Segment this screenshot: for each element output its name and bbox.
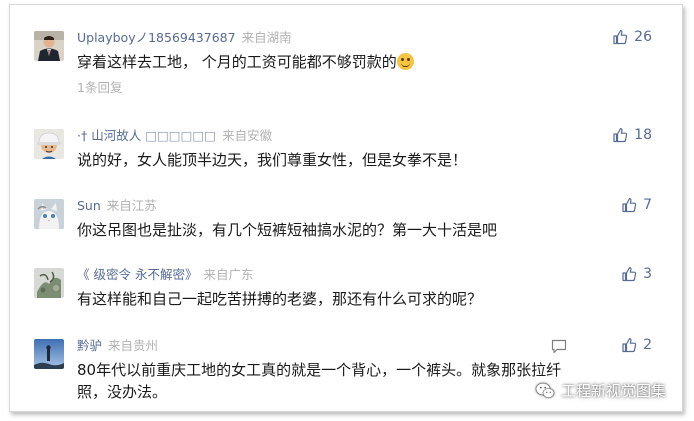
comment-header: Sun 来自江苏 [77,197,157,215]
thumbs-up-icon [613,128,628,143]
like-count: 2 [643,337,652,353]
avatar[interactable] [34,129,64,159]
comment-text: 有这样能和自己一起吃苦拼搏的老婆，那还有什么可求的呢？ [77,290,483,308]
avatar[interactable] [34,199,64,229]
like-button[interactable]: 2 [621,337,652,353]
avatar-man-suit-icon [34,31,64,61]
comment-header: Uplayboyノ18569437687 来自湖南 [77,29,292,47]
comment-text: 说的好，女人能顶半边天，我们尊重女性，但是女拳不是！ [77,151,468,169]
grin-emoji-icon [396,53,414,70]
like-button[interactable]: 7 [621,197,652,213]
location: 来自贵州 [108,338,159,353]
comment-header: 《 级密令 永不解密》 来自广东 [77,266,253,284]
avatar[interactable] [34,339,64,369]
avatar-cat-icon [34,199,64,229]
like-button[interactable]: 26 [612,29,652,45]
comment-text: 穿着这样去工地， 个月的工资可能都不够罚款的 [77,51,577,73]
comment-header: 黔驴 来自贵州 [77,337,158,355]
location: 来自安徽 [222,128,273,143]
avatar[interactable] [34,268,64,298]
avatar-sky-icon [34,339,64,369]
username[interactable]: 《 级密令 永不解密》 [77,267,197,282]
watermark-text: 工程新视觉图集 [560,382,666,400]
like-button[interactable]: 3 [621,266,652,282]
reply-count-link[interactable]: 1条回复 [77,77,122,96]
avatar-plant-icon [34,268,64,298]
like-button[interactable]: 18 [612,127,652,143]
like-count: 3 [643,266,652,282]
like-count: 7 [643,197,652,213]
comment-text: 80年代以前重庆工地的女工真的就是一个背心，一个裤头。就象那张拉纤照，没办法。 [77,361,562,401]
username[interactable]: 黔驴 [77,338,102,353]
comment-text-content: 穿着这样去工地， 个月的工资可能都不够罚款的 [77,53,397,71]
thumbs-up-icon [622,338,637,353]
location: 来自江苏 [106,198,157,213]
like-count: 18 [634,127,652,143]
thumbs-up-icon [622,198,637,213]
username-suffix: □□□□□□ [145,128,217,143]
username[interactable]: Sun [77,198,101,213]
message-icon [551,339,567,354]
username[interactable]: ·† 山河故人 [77,128,141,143]
like-count: 26 [634,29,652,45]
comment-header: ·† 山河故人 □□□□□□ 来自安徽 [77,127,272,145]
wechat-icon [535,382,555,398]
watermark: 工程新视觉图集 [535,380,666,401]
thumbs-up-icon [622,267,637,282]
thumbs-up-icon [613,30,628,45]
location: 来自广东 [203,267,254,282]
reply-button[interactable] [551,339,567,358]
comment-text: 你这吊图也是扯淡，有几个短裤短袖搞水泥的？第一大十活是吧 [77,221,498,239]
avatar[interactable] [34,31,64,61]
comment-panel: Uplayboyノ18569437687 来自湖南 26 穿着这样去工地， 个月的… [9,4,683,412]
location: 来自湖南 [241,30,292,45]
username[interactable]: Uplayboyノ18569437687 [77,30,236,45]
avatar-hardhat-icon [34,129,64,159]
